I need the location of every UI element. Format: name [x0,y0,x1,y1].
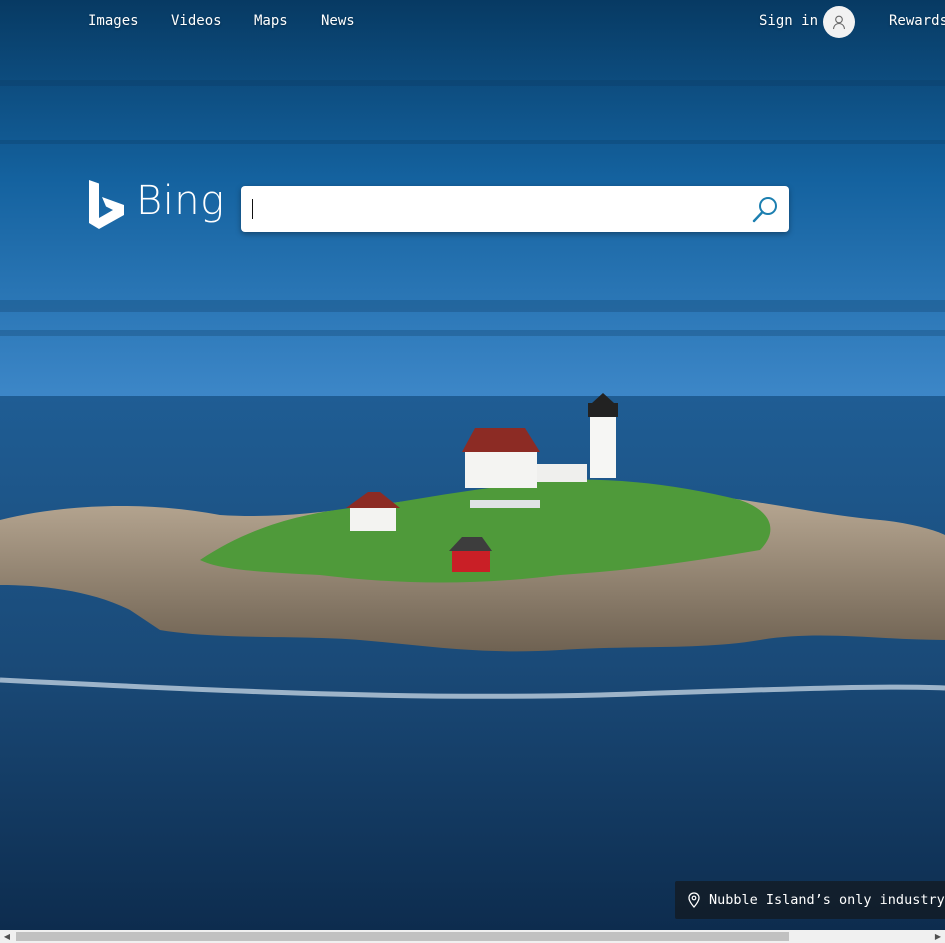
bing-logo[interactable]: Bing [88,178,224,233]
scrollbar-thumb[interactable] [16,932,789,941]
background-image [0,0,945,930]
nav-images-link[interactable]: Images [88,13,139,29]
search-button[interactable] [749,194,781,226]
caption-text: Nubble Island’s only industry [709,892,945,908]
horizontal-scrollbar[interactable]: ◀ ▶ [0,930,945,943]
top-navigation: Images Videos Maps News Sign in Rewards [0,0,945,44]
user-icon [832,15,846,30]
avatar[interactable] [823,6,855,38]
bing-logo-icon [89,180,124,229]
sign-in-link[interactable]: Sign in [759,13,818,29]
scroll-left-icon[interactable]: ◀ [0,930,14,943]
scroll-right-icon[interactable]: ▶ [931,930,945,943]
location-pin-icon [688,892,700,908]
nav-maps-link[interactable]: Maps [254,13,288,29]
search-icon [752,197,777,223]
search-input[interactable] [251,194,745,226]
rewards-link[interactable]: Rewards [889,13,945,29]
bing-logo-text: Bing [136,178,225,224]
nav-videos-link[interactable]: Videos [171,13,222,29]
image-caption[interactable]: Nubble Island’s only industry [675,881,945,919]
search-box [241,186,789,232]
text-caret [252,199,253,219]
nav-news-link[interactable]: News [321,13,355,29]
